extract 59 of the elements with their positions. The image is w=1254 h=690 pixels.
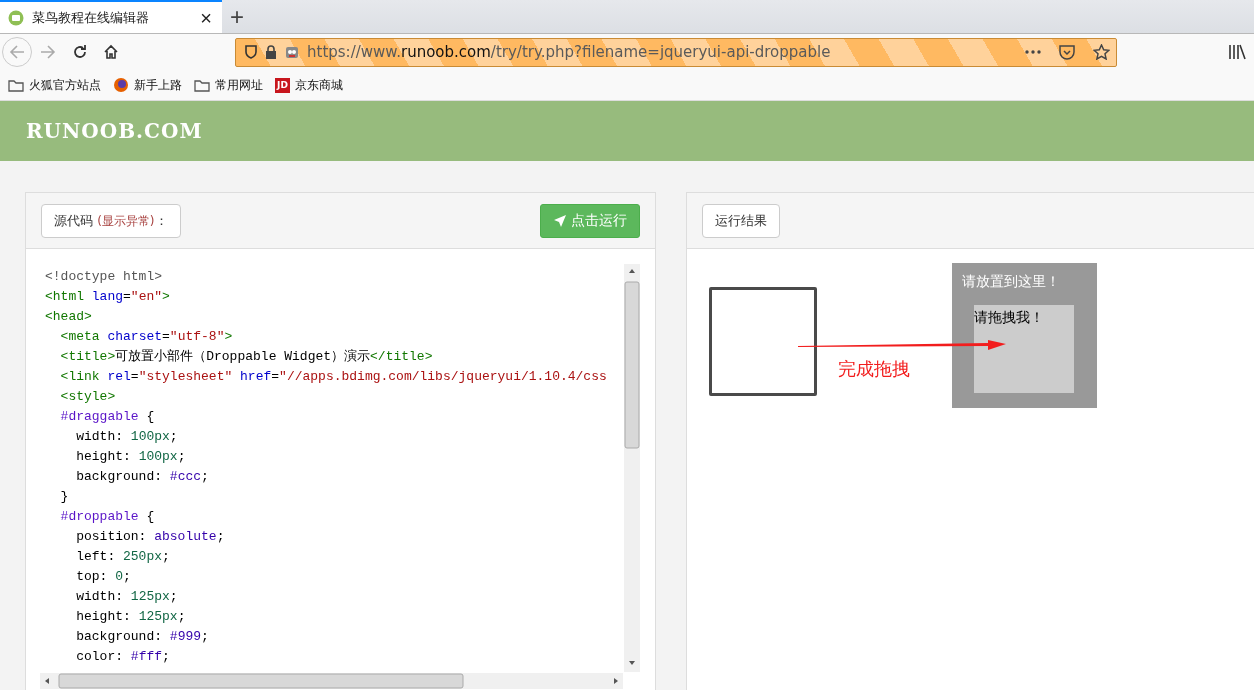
more-icon — [1025, 50, 1041, 54]
browser-tab[interactable]: 菜鸟教程在线编辑器 × — [0, 0, 222, 33]
lock-icon — [265, 45, 277, 59]
code-line: <style> — [59, 388, 117, 406]
jd-icon: JD — [275, 77, 290, 93]
code-line: height: 100px; — [75, 448, 187, 466]
code-line: left: 250px; — [75, 548, 171, 566]
horizontal-scrollbar[interactable] — [40, 673, 623, 689]
bookmark-item[interactable]: 新手上路 — [113, 76, 182, 94]
code-line: <meta charset="utf-8"> — [59, 328, 234, 346]
star-icon — [1093, 44, 1110, 60]
draggable-box[interactable]: 请拖拽我！ — [974, 305, 1074, 393]
url-text: https://www.runoob.com/try/try.php?filename=jqueryui-api-droppable — [307, 43, 832, 61]
folder-icon — [194, 78, 210, 92]
address-bar[interactable]: https://www.runoob.com/try/try.php?filename=jqueryui-api-droppable — [235, 37, 1117, 67]
forward-button[interactable] — [40, 44, 56, 60]
robot-icon — [284, 44, 300, 60]
reload-button[interactable] — [72, 44, 88, 60]
tab-title: 菜鸟教程在线编辑器 — [32, 8, 150, 27]
new-tab-button[interactable]: + — [230, 0, 244, 33]
back-arrow-icon — [9, 44, 25, 60]
code-line: #droppable { — [59, 508, 156, 526]
reload-icon — [72, 44, 88, 60]
draggable-label: 请拖拽我！ — [974, 309, 1044, 327]
send-icon — [553, 213, 567, 228]
bookmark-item[interactable]: 火狐官方站点 — [8, 76, 101, 94]
source-label-button[interactable]: 源代码 (显示异常)： — [41, 203, 181, 238]
code-line: top: 0; — [75, 568, 132, 586]
globe-icon — [113, 77, 129, 93]
home-button[interactable] — [103, 44, 119, 60]
code-line: position: absolute; — [75, 528, 226, 546]
forward-arrow-icon — [40, 44, 56, 60]
bookmark-item[interactable]: JD 京东商城 — [275, 76, 343, 94]
drop-target-label: 请放置到这里！ — [962, 273, 1060, 291]
code-line: width: 125px; — [75, 588, 179, 606]
close-tab-button[interactable]: × — [200, 7, 212, 28]
pocket-icon — [1059, 44, 1075, 60]
code-line: <!doctype html> — [45, 268, 164, 286]
vertical-scrollbar[interactable] — [624, 264, 640, 672]
code-line: width: 100px; — [75, 428, 179, 446]
library-icon — [1228, 44, 1246, 60]
folder-icon — [8, 78, 24, 92]
code-line: <link rel="stylesheet" href="//apps.bdimg.com/libs/jqueryui/1.10.4/css — [59, 368, 608, 386]
code-line: #draggable { — [59, 408, 156, 426]
code-line: } — [59, 488, 70, 506]
code-line: height: 125px; — [75, 608, 187, 626]
result-label-button[interactable]: 运行结果 — [702, 203, 780, 238]
home-icon — [103, 44, 119, 60]
code-line: background: #999; — [75, 628, 210, 646]
favicon-icon — [8, 9, 24, 26]
code-line: <head> — [45, 308, 93, 326]
code-line: color: #fff; — [75, 648, 171, 666]
bookmark-item[interactable]: 常用网址 — [194, 76, 263, 94]
code-line: <html lang="en"> — [45, 288, 171, 306]
shield-icon — [244, 44, 258, 60]
annotation-text: 完成拖拽 — [838, 357, 910, 381]
code-line: background: #ccc; — [75, 468, 210, 486]
library-button[interactable] — [1228, 44, 1246, 60]
code-line: <title>可放置小部件（Droppable Widget）演示</title> — [59, 348, 434, 366]
